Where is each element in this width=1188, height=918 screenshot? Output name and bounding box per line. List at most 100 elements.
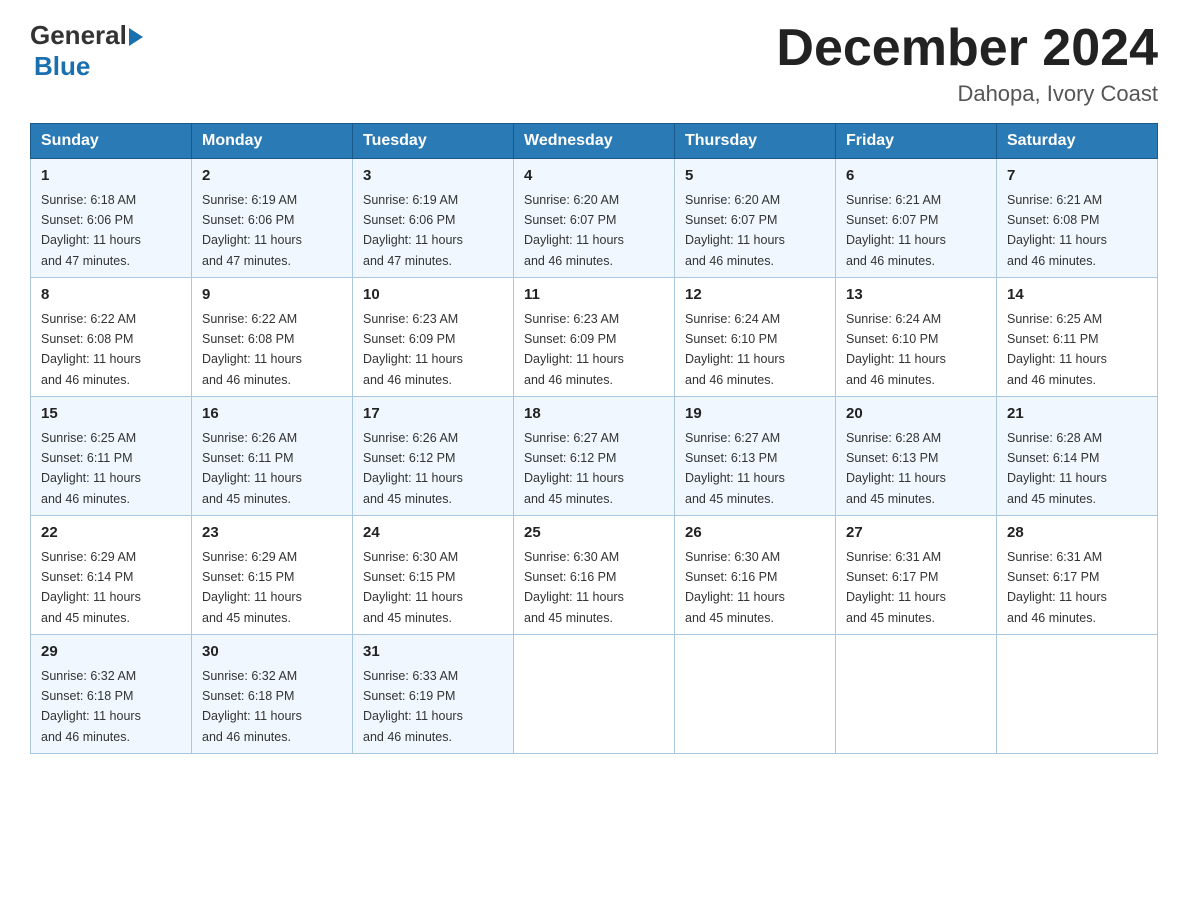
day-info: Sunrise: 6:30 AMSunset: 6:16 PMDaylight:… — [685, 550, 785, 625]
day-info: Sunrise: 6:32 AMSunset: 6:18 PMDaylight:… — [202, 669, 302, 744]
day-info: Sunrise: 6:25 AMSunset: 6:11 PMDaylight:… — [41, 431, 141, 506]
day-number: 14 — [1007, 284, 1147, 307]
day-info: Sunrise: 6:33 AMSunset: 6:19 PMDaylight:… — [363, 669, 463, 744]
calendar-cell: 13 Sunrise: 6:24 AMSunset: 6:10 PMDaylig… — [836, 278, 997, 397]
logo-general-text: General — [30, 20, 127, 51]
calendar-cell: 6 Sunrise: 6:21 AMSunset: 6:07 PMDayligh… — [836, 159, 997, 278]
day-info: Sunrise: 6:27 AMSunset: 6:12 PMDaylight:… — [524, 431, 624, 506]
day-info: Sunrise: 6:28 AMSunset: 6:14 PMDaylight:… — [1007, 431, 1107, 506]
logo-arrow-icon — [129, 28, 143, 46]
calendar-cell: 21 Sunrise: 6:28 AMSunset: 6:14 PMDaylig… — [997, 397, 1158, 516]
day-number: 11 — [524, 284, 664, 307]
day-number: 31 — [363, 641, 503, 664]
calendar-cell: 22 Sunrise: 6:29 AMSunset: 6:14 PMDaylig… — [31, 516, 192, 635]
calendar-cell: 9 Sunrise: 6:22 AMSunset: 6:08 PMDayligh… — [192, 278, 353, 397]
day-number: 25 — [524, 522, 664, 545]
day-info: Sunrise: 6:31 AMSunset: 6:17 PMDaylight:… — [846, 550, 946, 625]
calendar-cell: 4 Sunrise: 6:20 AMSunset: 6:07 PMDayligh… — [514, 159, 675, 278]
day-info: Sunrise: 6:30 AMSunset: 6:16 PMDaylight:… — [524, 550, 624, 625]
day-info: Sunrise: 6:18 AMSunset: 6:06 PMDaylight:… — [41, 193, 141, 268]
day-number: 22 — [41, 522, 181, 545]
calendar-cell: 27 Sunrise: 6:31 AMSunset: 6:17 PMDaylig… — [836, 516, 997, 635]
day-number: 30 — [202, 641, 342, 664]
calendar-table: SundayMondayTuesdayWednesdayThursdayFrid… — [30, 123, 1158, 754]
day-info: Sunrise: 6:24 AMSunset: 6:10 PMDaylight:… — [846, 312, 946, 387]
calendar-week-row: 15 Sunrise: 6:25 AMSunset: 6:11 PMDaylig… — [31, 397, 1158, 516]
logo-blue-text: Blue — [34, 51, 90, 81]
day-number: 26 — [685, 522, 825, 545]
calendar-cell — [514, 635, 675, 754]
day-number: 24 — [363, 522, 503, 545]
day-number: 5 — [685, 165, 825, 188]
day-number: 12 — [685, 284, 825, 307]
day-info: Sunrise: 6:25 AMSunset: 6:11 PMDaylight:… — [1007, 312, 1107, 387]
calendar-cell: 20 Sunrise: 6:28 AMSunset: 6:13 PMDaylig… — [836, 397, 997, 516]
calendar-cell: 19 Sunrise: 6:27 AMSunset: 6:13 PMDaylig… — [675, 397, 836, 516]
day-number: 8 — [41, 284, 181, 307]
day-number: 19 — [685, 403, 825, 426]
calendar-cell: 24 Sunrise: 6:30 AMSunset: 6:15 PMDaylig… — [353, 516, 514, 635]
calendar-cell — [836, 635, 997, 754]
day-number: 29 — [41, 641, 181, 664]
calendar-cell: 1 Sunrise: 6:18 AMSunset: 6:06 PMDayligh… — [31, 159, 192, 278]
calendar-cell: 7 Sunrise: 6:21 AMSunset: 6:08 PMDayligh… — [997, 159, 1158, 278]
day-number: 16 — [202, 403, 342, 426]
day-number: 4 — [524, 165, 664, 188]
day-info: Sunrise: 6:31 AMSunset: 6:17 PMDaylight:… — [1007, 550, 1107, 625]
day-number: 15 — [41, 403, 181, 426]
day-info: Sunrise: 6:23 AMSunset: 6:09 PMDaylight:… — [363, 312, 463, 387]
day-number: 1 — [41, 165, 181, 188]
day-info: Sunrise: 6:28 AMSunset: 6:13 PMDaylight:… — [846, 431, 946, 506]
day-number: 23 — [202, 522, 342, 545]
calendar-cell: 11 Sunrise: 6:23 AMSunset: 6:09 PMDaylig… — [514, 278, 675, 397]
weekday-header-row: SundayMondayTuesdayWednesdayThursdayFrid… — [31, 124, 1158, 159]
calendar-cell: 2 Sunrise: 6:19 AMSunset: 6:06 PMDayligh… — [192, 159, 353, 278]
day-number: 27 — [846, 522, 986, 545]
day-info: Sunrise: 6:26 AMSunset: 6:11 PMDaylight:… — [202, 431, 302, 506]
day-info: Sunrise: 6:24 AMSunset: 6:10 PMDaylight:… — [685, 312, 785, 387]
calendar-cell: 28 Sunrise: 6:31 AMSunset: 6:17 PMDaylig… — [997, 516, 1158, 635]
weekday-header-wednesday: Wednesday — [514, 124, 675, 159]
day-info: Sunrise: 6:23 AMSunset: 6:09 PMDaylight:… — [524, 312, 624, 387]
weekday-header-thursday: Thursday — [675, 124, 836, 159]
weekday-header-saturday: Saturday — [997, 124, 1158, 159]
day-number: 17 — [363, 403, 503, 426]
day-info: Sunrise: 6:29 AMSunset: 6:15 PMDaylight:… — [202, 550, 302, 625]
day-number: 21 — [1007, 403, 1147, 426]
calendar-cell: 12 Sunrise: 6:24 AMSunset: 6:10 PMDaylig… — [675, 278, 836, 397]
calendar-cell: 16 Sunrise: 6:26 AMSunset: 6:11 PMDaylig… — [192, 397, 353, 516]
day-number: 28 — [1007, 522, 1147, 545]
weekday-header-monday: Monday — [192, 124, 353, 159]
calendar-cell: 30 Sunrise: 6:32 AMSunset: 6:18 PMDaylig… — [192, 635, 353, 754]
day-info: Sunrise: 6:26 AMSunset: 6:12 PMDaylight:… — [363, 431, 463, 506]
calendar-cell: 25 Sunrise: 6:30 AMSunset: 6:16 PMDaylig… — [514, 516, 675, 635]
calendar-cell: 14 Sunrise: 6:25 AMSunset: 6:11 PMDaylig… — [997, 278, 1158, 397]
day-info: Sunrise: 6:20 AMSunset: 6:07 PMDaylight:… — [685, 193, 785, 268]
page-header: General Blue December 2024 Dahopa, Ivory… — [30, 20, 1158, 107]
calendar-cell: 18 Sunrise: 6:27 AMSunset: 6:12 PMDaylig… — [514, 397, 675, 516]
calendar-cell: 26 Sunrise: 6:30 AMSunset: 6:16 PMDaylig… — [675, 516, 836, 635]
calendar-week-row: 22 Sunrise: 6:29 AMSunset: 6:14 PMDaylig… — [31, 516, 1158, 635]
calendar-cell: 17 Sunrise: 6:26 AMSunset: 6:12 PMDaylig… — [353, 397, 514, 516]
calendar-week-row: 1 Sunrise: 6:18 AMSunset: 6:06 PMDayligh… — [31, 159, 1158, 278]
weekday-header-sunday: Sunday — [31, 124, 192, 159]
day-info: Sunrise: 6:32 AMSunset: 6:18 PMDaylight:… — [41, 669, 141, 744]
calendar-cell — [675, 635, 836, 754]
month-title: December 2024 — [776, 20, 1158, 77]
calendar-cell: 10 Sunrise: 6:23 AMSunset: 6:09 PMDaylig… — [353, 278, 514, 397]
day-number: 10 — [363, 284, 503, 307]
day-number: 6 — [846, 165, 986, 188]
day-info: Sunrise: 6:19 AMSunset: 6:06 PMDaylight:… — [202, 193, 302, 268]
day-info: Sunrise: 6:27 AMSunset: 6:13 PMDaylight:… — [685, 431, 785, 506]
day-number: 13 — [846, 284, 986, 307]
day-number: 20 — [846, 403, 986, 426]
day-info: Sunrise: 6:20 AMSunset: 6:07 PMDaylight:… — [524, 193, 624, 268]
day-info: Sunrise: 6:21 AMSunset: 6:07 PMDaylight:… — [846, 193, 946, 268]
day-number: 2 — [202, 165, 342, 188]
weekday-header-friday: Friday — [836, 124, 997, 159]
title-area: December 2024 Dahopa, Ivory Coast — [776, 20, 1158, 107]
calendar-cell: 5 Sunrise: 6:20 AMSunset: 6:07 PMDayligh… — [675, 159, 836, 278]
day-number: 7 — [1007, 165, 1147, 188]
day-info: Sunrise: 6:19 AMSunset: 6:06 PMDaylight:… — [363, 193, 463, 268]
calendar-cell: 8 Sunrise: 6:22 AMSunset: 6:08 PMDayligh… — [31, 278, 192, 397]
